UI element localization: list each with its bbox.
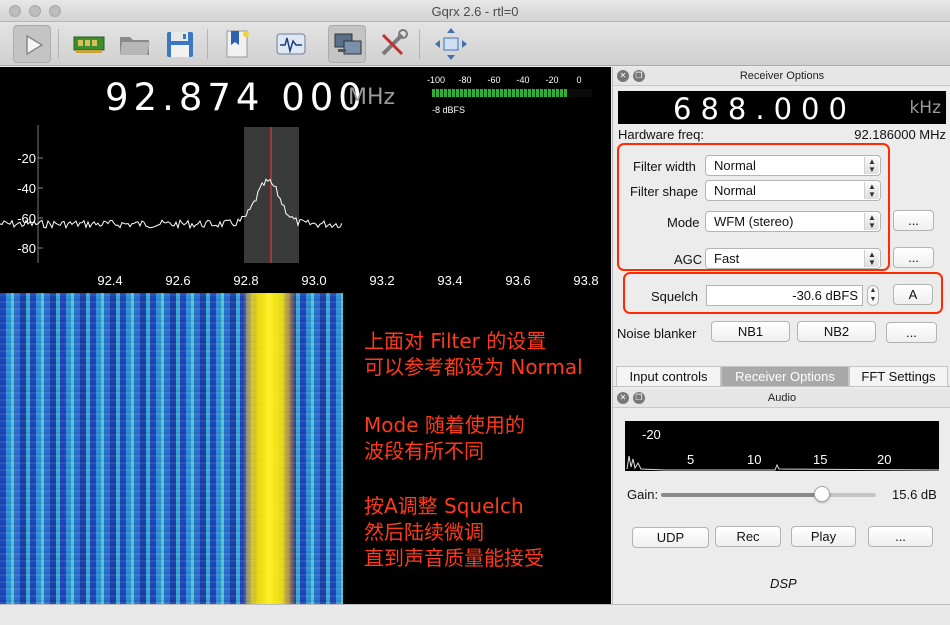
save-icon — [167, 32, 193, 57]
smeter-tick: 0 — [576, 75, 582, 85]
offset-frequency-value: 688.000 — [673, 92, 856, 126]
spectrum-x-tick: 93.2 — [369, 273, 394, 288]
agc-options-button[interactable]: ... — [893, 247, 934, 268]
audio-dock-title: ✕ ❐ Audio — [613, 389, 950, 408]
audio-x-tick: 10 — [747, 452, 762, 467]
toolbar-separator — [207, 29, 208, 59]
rec-button[interactable]: Rec — [715, 526, 781, 547]
waterfall-image — [0, 293, 343, 604]
audio-x-tick: 20 — [877, 452, 892, 467]
audio-x-tick: 15 — [813, 452, 828, 467]
toolbar-separator — [419, 29, 420, 59]
bookmark-icon — [226, 30, 249, 58]
fft-icon — [276, 33, 306, 55]
audio-dock-label: Audio — [767, 392, 797, 404]
fft-button[interactable] — [272, 25, 310, 63]
annotation-line: Mode 随着使用的 — [364, 413, 525, 437]
smeter-reading: -8 dBFS — [432, 105, 466, 115]
offset-frequency-unit: kHz — [909, 98, 941, 118]
tab-fft-settings[interactable]: FFT Settings — [849, 366, 948, 387]
gain-label: Gain: — [627, 487, 659, 502]
window-title: Gqrx 2.6 - rtl=0 — [431, 4, 519, 19]
frequency-unit: MHz — [348, 85, 396, 110]
annotation-line: 直到声音质量能接受 — [364, 546, 544, 570]
tools-icon — [381, 29, 408, 56]
open-folder-icon — [120, 37, 150, 55]
receiver-dock-label: Receiver Options — [739, 70, 825, 82]
gain-slider-track[interactable] — [661, 493, 876, 497]
spectrum-x-tick: 92.4 — [97, 273, 122, 288]
toolbar-separator — [58, 29, 59, 59]
fullscreen-button[interactable] — [432, 25, 470, 63]
smeter-fill — [432, 89, 568, 97]
gain-value: 15.6 dB — [892, 487, 937, 502]
save-button[interactable] — [161, 25, 199, 63]
smeter-tick: -100 — [426, 75, 446, 85]
audio-x-tick: 5 — [687, 452, 695, 467]
annotation-line: 上面对 Filter 的设置 — [364, 329, 547, 353]
annotation-line: 可以参考都设为 Normal — [364, 355, 583, 379]
dsp-footer: DSP — [770, 576, 797, 591]
receiver-dock-title: ✕ ❐ Receiver Options — [613, 67, 950, 86]
spectrum-x-tick: 93.4 — [437, 273, 462, 288]
title-bar: Gqrx 2.6 - rtl=0 — [0, 0, 950, 22]
spectrum-x-tick: 93.6 — [505, 273, 530, 288]
signal-meter: -100 -80 -60 -40 -20 0 -8 dBFS — [426, 75, 600, 121]
status-bar — [0, 604, 950, 625]
audio-y-tick: -20 — [642, 427, 661, 442]
spectrum-y-tick: -60 — [17, 211, 36, 226]
nb2-button[interactable]: NB2 — [797, 321, 876, 342]
spectrum-x-tick: 92.8 — [233, 273, 258, 288]
remote-control-button[interactable] — [328, 25, 366, 63]
remote-control-icon — [334, 33, 362, 55]
gain-slider-handle[interactable] — [814, 486, 831, 502]
mode-options-button[interactable]: ... — [893, 210, 934, 231]
dock-tabs: Input controls Receiver Options FFT Sett… — [613, 366, 950, 387]
spectrum-x-tick: 92.6 — [165, 273, 190, 288]
hardware-freq-value: 92.186000 MHz — [854, 127, 946, 142]
offset-frequency-display[interactable]: 688.000 kHz — [618, 91, 946, 126]
smeter-tick: -80 — [458, 75, 472, 85]
noise-blanker-label: Noise blanker — [617, 326, 697, 341]
play-icon — [26, 34, 44, 56]
spectrum-y-tick: -20 — [17, 151, 36, 166]
gain-slider-fill — [661, 493, 823, 497]
annotation-line: 波段有所不同 — [364, 439, 484, 463]
spectrum-x-tick: 93.0 — [301, 273, 326, 288]
spectrum-panel: 92.874 000 MHz -100 -80 -60 -40 -20 0 -8… — [0, 67, 611, 604]
audio-fft-plot: -20 5 10 15 20 — [625, 421, 940, 471]
waterfall[interactable]: 上面对 Filter 的设置 可以参考都设为 Normal Mode 随着使用的… — [0, 293, 611, 604]
spectrum-y-tick: -80 — [17, 241, 36, 256]
frequency-display[interactable]: 92.874 000 — [105, 76, 367, 119]
smeter-tick: -20 — [545, 75, 559, 85]
fullscreen-icon — [435, 28, 467, 60]
spectrum-y-tick: -40 — [17, 181, 36, 196]
spectrum-plot[interactable]: -20 -40 -60 -80 92.4 92.6 92.8 93.0 93.2 93.4 93.… — [0, 125, 611, 293]
smeter-tick: -40 — [516, 75, 530, 85]
squelch-highlight-box — [623, 272, 943, 314]
bookmark-button[interactable] — [218, 25, 256, 63]
smeter-tick: -60 — [487, 75, 501, 85]
tab-input-controls[interactable]: Input controls — [616, 366, 721, 387]
play-button[interactable] — [13, 25, 51, 63]
noise-blanker-options-button[interactable]: ... — [886, 322, 937, 343]
toolbar — [0, 22, 950, 66]
device-icon — [73, 36, 105, 53]
filter-highlight-box — [617, 143, 890, 271]
udp-button[interactable]: UDP — [632, 527, 709, 548]
annotation-line: 然后陆续微调 — [364, 520, 484, 544]
device-settings-button[interactable] — [70, 25, 108, 63]
open-button[interactable] — [116, 25, 154, 63]
audio-trace — [626, 455, 940, 471]
tools-button[interactable] — [374, 25, 412, 63]
smeter-bar — [432, 89, 592, 97]
annotation-line: 按A调整 Squelch — [364, 494, 524, 518]
audio-options-button[interactable]: ... — [868, 526, 933, 547]
hardware-freq-label: Hardware freq: — [618, 127, 704, 142]
spectrum-x-tick: 93.8 — [573, 273, 598, 288]
tab-receiver-options[interactable]: Receiver Options — [721, 366, 849, 387]
play-audio-button[interactable]: Play — [791, 526, 856, 547]
nb1-button[interactable]: NB1 — [711, 321, 790, 342]
side-panel: ✕ ❐ Receiver Options 688.000 kHz Hardwar… — [612, 67, 950, 604]
